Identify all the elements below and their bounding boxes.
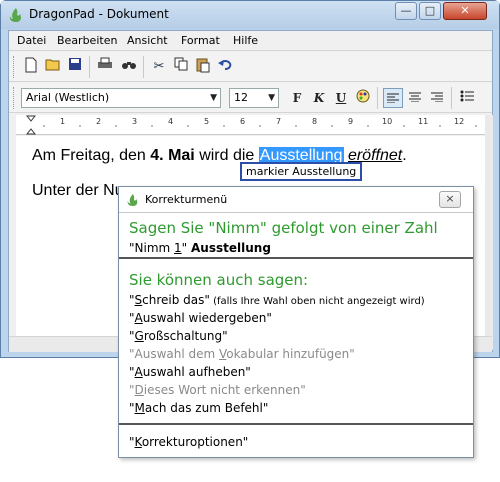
menu-hilfe[interactable]: Hilfe	[233, 34, 258, 47]
dragon-flame-icon	[9, 8, 21, 22]
chevron-down-icon: ▼	[210, 93, 217, 103]
cut-icon[interactable]: ✂	[149, 57, 169, 77]
toolbar-separator	[89, 56, 90, 78]
bullet-list-button[interactable]	[457, 88, 477, 108]
close-icon[interactable]: ×	[439, 191, 461, 208]
command-schreib-das[interactable]: "Schreib das" (falls Ihre Wahl oben nich…	[129, 293, 425, 307]
format-toolbar: Arial (Westlich) ▼ 12 ▼ F K U	[9, 83, 492, 113]
align-center-button[interactable]	[405, 88, 425, 108]
new-document-icon[interactable]	[21, 57, 41, 77]
command-text: chreib das"	[142, 293, 210, 307]
choice-item-1[interactable]: "Nimm 1" Ausstellung	[129, 241, 271, 255]
toolbar-separator	[377, 87, 378, 109]
menu-bearbeiten[interactable]: Bearbeiten	[57, 34, 117, 47]
command-note: (falls Ihre Wahl oben nicht angezeigt wi…	[209, 296, 425, 307]
choice-word: Ausstellung	[191, 241, 271, 255]
command-grossschaltung[interactable]: "Großschaltung"	[129, 329, 228, 343]
command-text: okabular hinzufügen"	[226, 347, 355, 361]
open-folder-icon[interactable]	[43, 57, 63, 77]
toolbar-grip[interactable]	[13, 56, 16, 78]
save-icon[interactable]	[65, 57, 85, 77]
font-select-value: Arial (Westlich)	[26, 91, 110, 104]
minimize-button[interactable]: —	[395, 2, 417, 20]
bold-button[interactable]: F	[287, 88, 307, 108]
menu-ansicht[interactable]: Ansicht	[127, 34, 168, 47]
correction-menu-header[interactable]: Korrekturmenü ×	[119, 187, 473, 213]
selection-tooltip: markier Ausstellung	[240, 162, 363, 181]
command-text: ach das zum Befehl"	[144, 401, 269, 415]
undo-icon[interactable]	[215, 57, 235, 77]
align-right-button[interactable]	[427, 88, 447, 108]
command-accelerator: G	[134, 329, 144, 343]
command-accelerator: M	[134, 401, 145, 415]
command-text: uswahl wiedergeben"	[142, 311, 272, 325]
menu-bar: Datei Bearbeiten Ansicht Format Hilfe	[9, 31, 492, 51]
chevron-down-icon: ▼	[268, 93, 275, 103]
window-title: DragonPad - Dokument	[29, 7, 169, 21]
maximize-button[interactable]: □	[419, 2, 441, 20]
standard-toolbar: ✂	[9, 52, 492, 82]
command-zum-befehl[interactable]: "Mach das zum Befehl"	[129, 401, 268, 415]
font-size-select[interactable]: 12 ▼	[229, 88, 279, 108]
toolbar-separator	[143, 56, 144, 78]
text-run: .	[402, 147, 407, 164]
text-run: Am Freitag, den	[32, 147, 151, 164]
correction-menu-title: Korrekturmenü	[145, 193, 228, 206]
dragon-flame-icon	[127, 194, 138, 206]
command-text: uswahl aufheben"	[142, 365, 251, 379]
align-left-button[interactable]	[383, 88, 403, 108]
vertical-scrollbar[interactable]	[485, 115, 493, 350]
print-icon[interactable]	[95, 57, 115, 77]
choice-text: "	[181, 241, 192, 255]
command-wort-nicht-erkennen: "Dieses Wort nicht erkennen"	[129, 383, 306, 397]
command-korrekturoptionen[interactable]: "Korrekturoptionen"	[129, 435, 248, 449]
find-icon[interactable]	[119, 57, 139, 77]
command-text: roßschaltung"	[143, 329, 228, 343]
paste-icon[interactable]	[193, 57, 213, 77]
command-vokabular-hinzufuegen: "Auswahl dem Vokabular hinzufügen"	[129, 347, 355, 361]
command-accelerator: A	[134, 311, 143, 325]
command-accelerator: A	[134, 365, 143, 379]
divider	[119, 257, 473, 259]
menu-datei[interactable]: Datei	[17, 34, 46, 47]
section-heading-choose: Sagen Sie "Nimm" gefolgt von einer Zahl	[129, 219, 438, 237]
correction-menu: Korrekturmenü × Sagen Sie "Nimm" gefolgt…	[118, 186, 474, 458]
toolbar-grip[interactable]	[13, 87, 16, 109]
font-select[interactable]: Arial (Westlich) ▼	[21, 88, 221, 108]
close-button[interactable]: ✕	[443, 2, 487, 20]
command-auswahl-aufheben[interactable]: "Auswahl aufheben"	[129, 365, 251, 379]
italic-button[interactable]: K	[309, 88, 329, 108]
underline-button[interactable]: U	[331, 88, 351, 108]
menu-format[interactable]: Format	[181, 34, 220, 47]
copy-icon[interactable]	[171, 57, 191, 77]
font-size-value: 12	[234, 91, 248, 104]
title-bar[interactable]: DragonPad - Dokument — □ ✕	[1, 1, 499, 29]
command-text: "Auswahl dem	[129, 347, 220, 361]
command-accelerator: K	[134, 435, 142, 449]
divider	[119, 423, 473, 425]
color-palette-icon[interactable]	[353, 88, 373, 108]
command-accelerator: D	[134, 383, 144, 397]
ruler-ticks	[43, 125, 477, 127]
text-run-bold: 4. Mai	[150, 147, 195, 164]
command-accelerator: S	[134, 293, 143, 307]
choice-text: "Nimm	[129, 241, 175, 255]
command-auswahl-wiedergeben[interactable]: "Auswahl wiedergeben"	[129, 311, 272, 325]
command-text: orrekturoptionen"	[141, 435, 249, 449]
ruler[interactable]: 1 2 3 4 5 6 7 8 9 10 11 12	[16, 115, 485, 135]
toolbar-separator	[451, 87, 452, 109]
command-text: ieses Wort nicht erkennen"	[143, 383, 306, 397]
section-heading-alternatives: Sie können auch sagen:	[129, 271, 309, 289]
choice-number: 1	[174, 241, 182, 255]
